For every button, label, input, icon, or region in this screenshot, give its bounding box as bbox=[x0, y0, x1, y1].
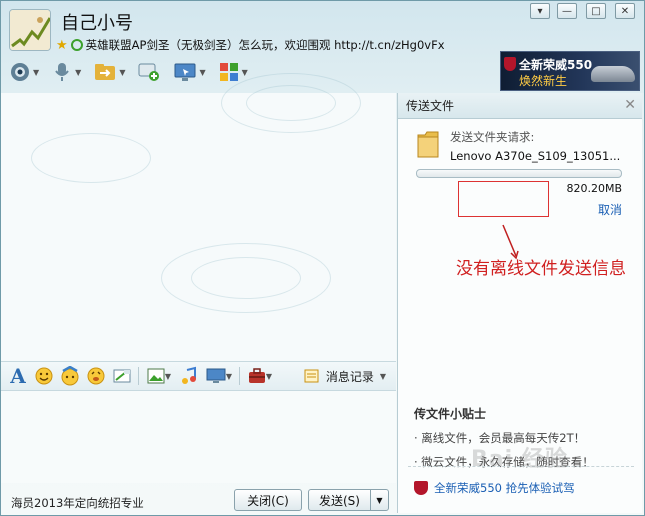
remote-desktop-icon bbox=[174, 63, 196, 81]
annotation-text: 没有离线文件发送信息 bbox=[456, 259, 626, 279]
signature-text[interactable]: 英雄联盟AP剑圣（无极剑圣）怎么玩，欢迎围观 http://t.cn/zHg0v… bbox=[86, 37, 445, 53]
ad-line1: 全新荣威550 bbox=[519, 58, 593, 72]
toolbox-icon bbox=[248, 368, 265, 383]
apps-icon bbox=[219, 63, 238, 81]
minimize-button[interactable]: — bbox=[557, 3, 577, 19]
create-discussion-button[interactable] bbox=[137, 61, 161, 83]
panel-title: 传送文件 bbox=[406, 99, 455, 113]
magic-emoji-button[interactable] bbox=[57, 361, 83, 391]
transfer-file-button[interactable]: ▼ bbox=[93, 61, 125, 83]
image-icon bbox=[147, 368, 165, 384]
window-title: 自己小号 bbox=[61, 13, 133, 34]
send-image-button[interactable]: ▼ bbox=[142, 361, 176, 391]
ad-banner[interactable]: 全新荣威550 焕然新生 bbox=[500, 51, 640, 91]
avatar[interactable] bbox=[9, 9, 51, 51]
watermark: Bai 经验 bbox=[471, 447, 568, 472]
emoji-icon bbox=[35, 367, 53, 385]
window-menu-button[interactable]: ▾ bbox=[530, 3, 550, 19]
voice-call-button[interactable]: ▼ bbox=[51, 61, 81, 83]
main-toolbar: ▼ ▼ ▼ ▼ ▼ bbox=[9, 61, 248, 83]
close-window-button[interactable]: ✕ bbox=[615, 3, 635, 19]
screen-share-button[interactable]: ▼ bbox=[202, 361, 236, 391]
video-call-button[interactable]: ▼ bbox=[9, 61, 39, 83]
transfer-file-icon bbox=[95, 64, 116, 80]
request-label: 发送文件夹请求: bbox=[450, 130, 535, 144]
history-icon bbox=[304, 369, 319, 383]
ad-line2: 焕然新生 bbox=[519, 74, 568, 88]
message-history-button[interactable]: 消息记录 ▼ bbox=[304, 368, 386, 385]
close-button[interactable]: 关闭(C) bbox=[234, 489, 302, 511]
cancel-link[interactable]: 取消 bbox=[598, 201, 622, 218]
panel-header: 传送文件 ✕ bbox=[398, 93, 642, 119]
qzone-icon[interactable] bbox=[70, 39, 83, 51]
transfer-progress-bar bbox=[416, 169, 622, 178]
font-icon: A bbox=[10, 364, 26, 388]
camera-icon bbox=[11, 63, 29, 81]
maximize-button[interactable]: □ bbox=[586, 3, 606, 19]
remote-desktop-button[interactable]: ▼ bbox=[173, 61, 206, 83]
message-history-label: 消息记录 bbox=[325, 369, 374, 384]
ad-link-text: 全新荣威550 抢先体验试驾 bbox=[434, 481, 575, 495]
message-history-area[interactable] bbox=[1, 73, 396, 361]
ad-link[interactable]: 全新荣威550 抢先体验试驾 bbox=[414, 480, 575, 496]
bottom-bar: 海员2013年定向统招专业 关闭(C) 发送(S) ▼ bbox=[1, 483, 396, 515]
font-button[interactable]: A bbox=[5, 361, 31, 391]
send-button[interactable]: 发送(S) ▼ bbox=[308, 489, 389, 511]
car-image bbox=[591, 66, 635, 82]
music-button[interactable] bbox=[176, 361, 202, 391]
toolbox-button[interactable]: ▼ bbox=[243, 361, 277, 391]
format-toolbar: A ▼ ▼ ▼ 消息记录 ▼ bbox=[1, 361, 396, 391]
signature-row: ★ 英雄联盟AP剑圣（无极剑圣）怎么玩，欢迎围观 http://t.cn/zHg… bbox=[56, 37, 445, 53]
shake-icon bbox=[87, 367, 105, 385]
panel-close-icon[interactable]: ✕ bbox=[624, 97, 636, 113]
roewe-logo-icon bbox=[414, 481, 428, 495]
chat-window: 自己小号 ★ 英雄联盟AP剑圣（无极剑圣）怎么玩，欢迎围观 http://t.c… bbox=[0, 0, 645, 516]
emoji-button[interactable] bbox=[31, 361, 57, 391]
screenshot-icon bbox=[113, 369, 131, 383]
file-size: 820.20MB bbox=[566, 182, 622, 195]
screen-share-icon bbox=[206, 368, 226, 383]
roewe-logo bbox=[504, 57, 516, 71]
annotation-box bbox=[458, 181, 549, 217]
music-icon bbox=[182, 366, 196, 384]
mic-icon bbox=[55, 63, 69, 81]
magic-emoji-icon bbox=[61, 366, 79, 386]
folder-icon bbox=[417, 131, 439, 158]
send-options-chevron-icon[interactable]: ▼ bbox=[370, 490, 388, 510]
shake-button[interactable] bbox=[83, 361, 109, 391]
file-name: Lenovo A370e_S109_13051... bbox=[450, 149, 621, 163]
message-input[interactable] bbox=[1, 391, 396, 483]
star-icon[interactable]: ★ bbox=[56, 38, 68, 53]
tips-title: 传文件小贴士 bbox=[414, 407, 487, 421]
message-add-icon bbox=[138, 63, 160, 81]
bottom-ad-text[interactable]: 海员2013年定向统招专业 bbox=[11, 495, 144, 511]
screenshot-button[interactable] bbox=[109, 361, 135, 391]
